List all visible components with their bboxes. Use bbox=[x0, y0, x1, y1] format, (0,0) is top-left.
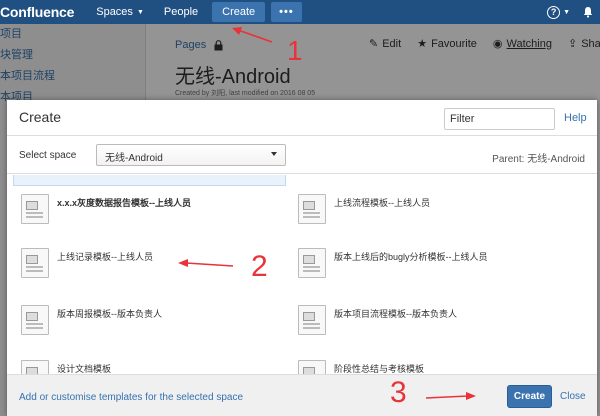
space-selection-row: Select space 无线-Android Parent: 无线-Andro… bbox=[7, 136, 597, 174]
template-page-icon bbox=[298, 248, 326, 278]
template-item[interactable]: 版本项目流程模板--版本负责人 bbox=[298, 305, 457, 335]
help-menu[interactable]: ? ▼ bbox=[541, 0, 576, 24]
dialog-header: Create Help bbox=[7, 100, 597, 136]
selected-template-highlight bbox=[13, 175, 286, 186]
bell-icon bbox=[583, 7, 593, 18]
caret-down-icon bbox=[271, 152, 277, 156]
template-list: x.x.x灰度数据报告模板--上线人员 上线流程模板--上线人员 上线记录模板-… bbox=[7, 175, 597, 374]
select-space-label: Select space bbox=[19, 150, 77, 161]
chevron-down-icon: ▼ bbox=[563, 8, 570, 16]
help-link[interactable]: Help bbox=[564, 112, 587, 124]
annotation-step-3: 3 bbox=[390, 376, 407, 409]
template-item[interactable]: 版本上线后的bugly分析模板--上线人员 bbox=[298, 248, 488, 278]
create-button[interactable]: Create bbox=[507, 385, 552, 408]
template-item[interactable]: 阶段性总结与考核模板 bbox=[298, 360, 424, 374]
space-select-value: 无线-Android bbox=[105, 153, 163, 164]
notifications-button[interactable] bbox=[576, 0, 600, 24]
template-page-icon bbox=[298, 194, 326, 224]
dialog-footer: Add or customise templates for the selec… bbox=[7, 374, 597, 416]
template-label: x.x.x灰度数据报告模板--上线人员 bbox=[57, 198, 192, 208]
template-item[interactable]: x.x.x灰度数据报告模板--上线人员 bbox=[21, 194, 191, 224]
template-page-icon bbox=[298, 305, 326, 335]
template-page-icon bbox=[298, 360, 326, 374]
nav-more-button[interactable]: ••• bbox=[271, 2, 302, 22]
filter-input[interactable] bbox=[444, 108, 555, 130]
template-page-icon bbox=[21, 305, 49, 335]
parent-page-text: Parent: 无线-Android bbox=[492, 154, 585, 165]
create-dialog: Create Help Select space 无线-Android Pare… bbox=[7, 100, 597, 416]
nav-create-button[interactable]: Create bbox=[212, 2, 266, 22]
template-item[interactable]: 版本周报模板--版本负责人 bbox=[21, 305, 162, 335]
template-label: 版本周报模板--版本负责人 bbox=[57, 309, 162, 319]
template-label: 阶段性总结与考核模板 bbox=[334, 364, 425, 374]
dialog-title: Create bbox=[19, 109, 62, 125]
space-select[interactable]: 无线-Android bbox=[96, 144, 286, 166]
template-label: 版本项目流程模板--版本负责人 bbox=[334, 309, 457, 319]
customise-templates-link[interactable]: Add or customise templates for the selec… bbox=[19, 392, 243, 403]
confluence-logo[interactable]: Confluence bbox=[0, 4, 74, 20]
close-link[interactable]: Close bbox=[560, 391, 586, 402]
nav-people[interactable]: People bbox=[154, 0, 208, 24]
help-icon: ? bbox=[547, 5, 561, 19]
nav-right-group: ? ▼ bbox=[541, 0, 600, 24]
template-page-icon bbox=[21, 248, 49, 278]
template-label: 上线流程模板--上线人员 bbox=[334, 198, 430, 208]
template-label: 上线记录模板--上线人员 bbox=[57, 252, 153, 262]
template-page-icon bbox=[21, 360, 49, 374]
top-navigation: Confluence Spaces ▼ People Create ••• ? ▼ bbox=[0, 0, 600, 24]
template-item[interactable]: 上线记录模板--上线人员 bbox=[21, 248, 153, 278]
template-item[interactable]: 设计文档模板 bbox=[21, 360, 111, 374]
template-item[interactable]: 上线流程模板--上线人员 bbox=[298, 194, 430, 224]
template-page-icon bbox=[21, 194, 49, 224]
template-label: 设计文档模板 bbox=[57, 364, 112, 374]
template-label: 版本上线后的bugly分析模板--上线人员 bbox=[334, 252, 488, 262]
chevron-down-icon: ▼ bbox=[136, 8, 144, 16]
nav-spaces-label: Spaces bbox=[96, 6, 133, 18]
annotation-step-1: 1 bbox=[287, 35, 303, 66]
annotation-step-2: 2 bbox=[251, 250, 268, 283]
nav-spaces[interactable]: Spaces ▼ bbox=[86, 0, 154, 24]
